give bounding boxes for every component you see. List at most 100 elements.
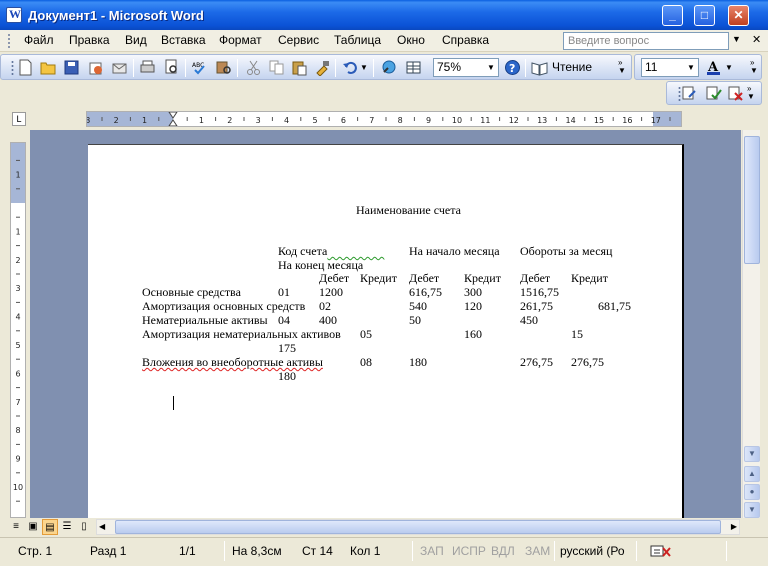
cut-icon[interactable] — [245, 59, 262, 76]
indent-marker-icon[interactable] — [168, 112, 178, 126]
scroll-left-arrow-icon[interactable]: ◀ — [99, 520, 105, 534]
status-line: Ст 14 — [302, 544, 333, 558]
horizontal-ruler[interactable]: 3 2 1 1 2 3 4 5 6 7 8 9 10 11 12 13 14 15 16 17 — [86, 111, 682, 127]
research-icon[interactable] — [215, 59, 232, 76]
paste-icon[interactable] — [291, 59, 308, 76]
ruler-label: 10 — [452, 116, 462, 125]
menu-edit[interactable]: Правка — [69, 33, 110, 47]
vertical-ruler[interactable]: 1 1 2 3 4 5 6 7 8 9 10 — [10, 142, 26, 518]
print-icon[interactable] — [139, 59, 156, 76]
accept-change-icon[interactable] — [705, 85, 722, 102]
open-folder-icon[interactable] — [40, 59, 57, 76]
menu-view[interactable]: Вид — [125, 33, 147, 47]
doc-row-cell: 681,75 — [598, 299, 631, 313]
review-toolbar-grip[interactable] — [671, 85, 681, 102]
doc-row-name: 180 — [278, 369, 296, 383]
menu-help[interactable]: Справка — [442, 33, 489, 47]
doc-row-code: 01 — [278, 285, 290, 299]
undo-icon[interactable] — [342, 59, 359, 76]
web-layout-icon[interactable]: ▣ — [25, 519, 41, 535]
ask-dropdown-icon[interactable]: ▼ — [732, 34, 741, 44]
status-record[interactable]: ЗАП — [420, 544, 444, 558]
menu-insert[interactable]: Вставка — [161, 33, 206, 47]
doc-row-cell: 50 — [409, 313, 421, 327]
close-button[interactable]: ✕ — [728, 5, 749, 26]
vertical-scroll-thumb[interactable] — [744, 136, 760, 264]
ruler-label: 2 — [114, 116, 119, 125]
reading-mode-icon[interactable] — [531, 59, 548, 76]
horizontal-scroll-thumb[interactable] — [115, 520, 721, 534]
menu-grip[interactable] — [8, 34, 11, 48]
maximize-button[interactable]: □ — [694, 5, 715, 26]
formatting-options-icon[interactable]: » ▼ — [750, 59, 760, 76]
font-size-dropdown-icon[interactable]: ▼ — [685, 60, 697, 75]
help-icon[interactable]: ? — [504, 59, 521, 76]
spelling-icon[interactable]: ABC — [191, 59, 208, 76]
outline-view-icon[interactable]: ☰ — [59, 519, 75, 535]
status-overtype[interactable]: ЗАМ — [525, 544, 550, 558]
doc-subheader: Кредит — [571, 271, 608, 285]
menu-file[interactable]: Файл — [24, 33, 54, 47]
vertical-ruler-label: 7 — [15, 398, 20, 407]
close-document-icon[interactable]: ✕ — [752, 33, 761, 46]
permission-icon[interactable] — [87, 59, 104, 76]
show-markup-icon[interactable] — [681, 85, 698, 102]
doc-row-code: 08 — [360, 355, 372, 369]
save-icon[interactable] — [63, 59, 80, 76]
ruler-label: 17 — [651, 116, 661, 125]
font-size-select[interactable]: 11 ▼ — [641, 58, 699, 77]
print-preview-icon[interactable] — [163, 59, 180, 76]
zoom-dropdown-icon[interactable]: ▼ — [485, 60, 497, 75]
copy-icon[interactable] — [268, 59, 285, 76]
normal-view-icon[interactable]: ≡ — [8, 519, 24, 535]
font-color-dropdown-icon[interactable]: ▼ — [725, 59, 735, 76]
hyperlink-icon[interactable] — [381, 59, 398, 76]
next-page-icon[interactable]: ▼ — [744, 502, 760, 518]
reading-mode-button[interactable]: Чтение — [552, 60, 592, 74]
tab-selector[interactable]: L — [12, 112, 26, 126]
vertical-ruler-label: 6 — [15, 369, 20, 378]
status-language[interactable]: русский (Ро — [560, 544, 625, 558]
spelling-status-icon[interactable] — [650, 544, 672, 561]
vertical-ruler-label: 4 — [15, 313, 20, 322]
previous-page-icon[interactable]: ▲ — [744, 466, 760, 482]
scroll-right-arrow-icon[interactable]: ▶ — [731, 520, 737, 534]
menu-format[interactable]: Формат — [219, 33, 262, 47]
undo-dropdown-icon[interactable]: ▼ — [360, 59, 370, 76]
vertical-scrollbar[interactable]: ▼ ▲ ● ▼ — [742, 130, 760, 518]
select-browse-object-icon[interactable]: ● — [744, 484, 760, 500]
doc-row-cell: 300 — [464, 285, 482, 299]
ruler-area: L 3 2 1 1 2 3 4 5 6 7 8 9 10 11 12 13 14 15 16 17 — [0, 108, 768, 130]
reject-change-icon[interactable] — [727, 85, 744, 102]
email-icon[interactable] — [111, 59, 128, 76]
new-document-icon[interactable] — [17, 59, 34, 76]
zoom-select[interactable]: 75% ▼ — [433, 58, 499, 77]
menu-table[interactable]: Таблица — [334, 33, 381, 47]
font-color-icon[interactable]: A — [705, 59, 722, 76]
horizontal-scroll-row: ≡ ▣ ▤ ☰ ▯ ◀ ▶ — [0, 518, 768, 536]
ruler-label: 2 — [227, 116, 232, 125]
doc-heading: Наименование счета — [356, 203, 461, 217]
vertical-ruler-ticks: 1 1 2 3 4 5 6 7 8 9 10 — [13, 159, 23, 502]
status-track-changes[interactable]: ИСПР — [452, 544, 486, 558]
horizontal-scrollbar[interactable]: ◀ ▶ — [96, 519, 740, 535]
status-pages: 1/1 — [179, 544, 196, 558]
word-app-icon[interactable] — [6, 7, 22, 23]
menu-tools[interactable]: Сервис — [278, 33, 319, 47]
format-painter-icon[interactable] — [314, 59, 331, 77]
minimize-button[interactable]: _ — [662, 5, 683, 26]
tables-borders-icon[interactable] — [405, 59, 422, 76]
status-extend[interactable]: ВДЛ — [491, 544, 515, 558]
document-page[interactable]: Наименование счета Код счета На начало м… — [88, 144, 684, 518]
reading-layout-icon[interactable]: ▯ — [76, 519, 92, 535]
ask-question-input[interactable]: Введите вопрос — [563, 32, 729, 50]
toolbar-grip[interactable] — [4, 59, 14, 76]
ruler-ticks: 3 2 1 1 2 3 4 5 6 7 8 9 10 11 12 13 14 15 16 17 — [87, 112, 671, 126]
menu-window[interactable]: Окно — [397, 33, 425, 47]
review-options-icon[interactable]: » ▼ — [747, 85, 757, 102]
doc-row-cell: 180 — [409, 355, 427, 369]
ruler-label: 1 — [199, 116, 204, 125]
toolbar-options-icon[interactable]: » ▼ — [618, 59, 628, 76]
print-layout-icon[interactable]: ▤ — [42, 519, 58, 535]
scroll-down-arrow-icon[interactable]: ▼ — [744, 446, 760, 462]
